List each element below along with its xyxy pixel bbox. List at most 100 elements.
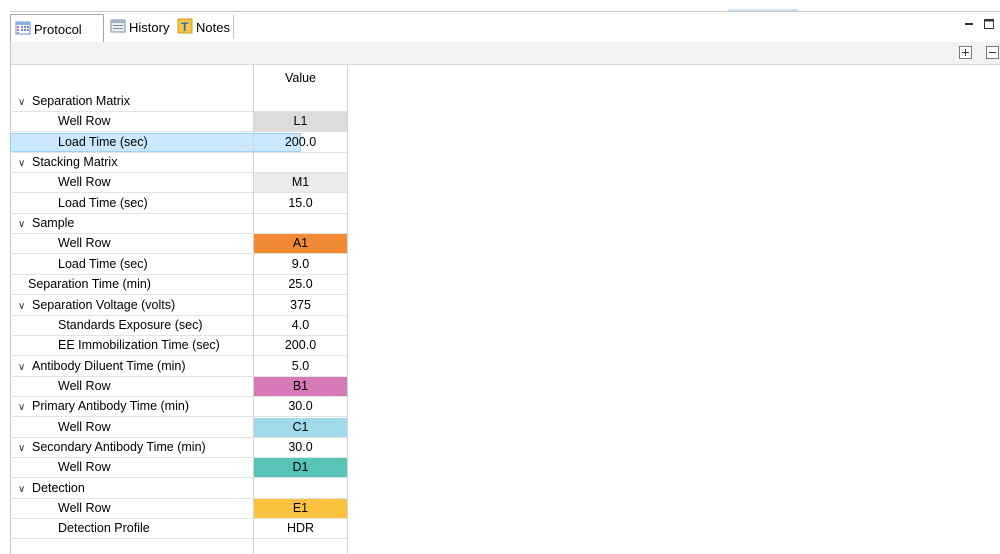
history-icon	[110, 18, 126, 37]
group-row[interactable]: ∨ Stacking Matrix	[10, 153, 347, 174]
row-label: Antibody Diluent Time (min)	[32, 358, 186, 373]
row-label-cell[interactable]: ∨ Primary Antibody Time (min)	[10, 397, 253, 418]
row-value-cell[interactable]	[254, 92, 347, 112]
row-value-cell[interactable]	[254, 479, 347, 499]
group-row[interactable]: ∨ Separation Voltage (volts) 375	[10, 296, 347, 316]
chevron-down-icon[interactable]: ∨	[18, 358, 30, 376]
property-row[interactable]: Separation Time (min) 25.0	[10, 275, 347, 296]
property-row[interactable]: Well Row C1	[10, 417, 347, 438]
row-label: Secondary Antibody Time (min)	[32, 439, 206, 454]
group-row[interactable]: ∨ Detection	[10, 479, 347, 499]
row-label-cell[interactable]: Separation Time (min)	[10, 275, 271, 296]
chevron-down-icon[interactable]: ∨	[18, 154, 30, 172]
row-value-cell[interactable]: 375	[254, 296, 347, 316]
row-value-cell[interactable]: A1	[254, 234, 347, 255]
row-value-cell[interactable]: M1	[254, 173, 347, 194]
tab-history-label: History	[129, 19, 170, 35]
row-label-cell[interactable]: ∨ Antibody Diluent Time (min)	[10, 357, 253, 377]
row-label-cell[interactable]: ∨ Detection	[10, 479, 253, 499]
chevron-down-icon[interactable]: ∨	[18, 398, 30, 416]
property-row[interactable]: Load Time (sec) 15.0	[10, 194, 347, 214]
minimize-icon[interactable]	[963, 18, 975, 30]
group-row[interactable]: ∨ Separation Matrix	[10, 92, 347, 112]
top-strip	[0, 0, 1000, 11]
maximize-icon[interactable]	[983, 18, 995, 30]
chevron-down-icon[interactable]: ∨	[18, 297, 30, 315]
row-label-cell[interactable]: ∨ Sample	[10, 214, 253, 235]
row-value-cell[interactable]: HDR	[254, 519, 347, 540]
row-value-cell[interactable]: 15.0	[254, 194, 347, 214]
property-row[interactable]: Well Row D1	[10, 458, 347, 479]
row-value-cell[interactable]: 30.0	[254, 438, 347, 458]
property-row[interactable]: Load Time (sec) 200.0	[10, 132, 347, 153]
row-label: Well Row	[58, 419, 111, 434]
row-label: EE Immobilization Time (sec)	[58, 338, 220, 353]
row-value-cell[interactable]	[254, 214, 347, 235]
row-label: Well Row	[58, 114, 111, 129]
group-row[interactable]: ∨ Secondary Antibody Time (min) 30.0	[10, 438, 347, 458]
row-label: Stacking Matrix	[32, 155, 118, 170]
property-row[interactable]: EE Immobilization Time (sec) 200.0	[10, 336, 347, 357]
row-label: Well Row	[58, 378, 111, 393]
property-row[interactable]: Standards Exposure (sec) 4.0	[10, 316, 347, 336]
column-divider-right	[347, 64, 348, 554]
group-row[interactable]: ∨ Primary Antibody Time (min) 30.0	[10, 397, 347, 418]
tab-notes-label: Notes	[196, 19, 230, 35]
row-label: Separation Matrix	[32, 94, 130, 108]
row-label: Sample	[32, 216, 75, 231]
chevron-down-icon[interactable]: ∨	[18, 480, 30, 498]
svg-text:T: T	[181, 20, 189, 34]
expand-all-icon[interactable]	[959, 46, 972, 59]
grid-table-icon	[15, 20, 31, 39]
row-value-cell[interactable]: 200.0	[254, 133, 347, 153]
tab-notes[interactable]: T Notes	[173, 15, 230, 39]
row-label: Separation Time (min)	[28, 277, 151, 292]
group-row[interactable]: ∨ Sample	[10, 214, 347, 235]
chevron-down-icon[interactable]: ∨	[18, 93, 30, 111]
notes-icon: T	[177, 18, 193, 37]
row-label: Primary Antibody Time (min)	[32, 399, 189, 414]
row-label: Load Time (sec)	[58, 134, 148, 149]
row-value-cell[interactable]: 30.0	[254, 397, 347, 418]
row-label: Detection	[32, 480, 85, 495]
property-row[interactable]: Well Row M1	[10, 173, 347, 194]
tab-separator	[233, 15, 234, 39]
row-value-cell[interactable]: L1	[254, 112, 347, 133]
row-value-cell[interactable]: D1	[254, 458, 347, 479]
row-label: Well Row	[58, 236, 111, 251]
row-value-cell[interactable]: E1	[254, 499, 347, 519]
tab-protocol[interactable]: Protocol	[10, 14, 104, 43]
row-value-cell[interactable]: 4.0	[254, 316, 347, 336]
row-label: Detection Profile	[58, 521, 150, 536]
column-divider	[253, 64, 254, 554]
row-label: Load Time (sec)	[58, 195, 148, 210]
row-value-cell[interactable]: C1	[254, 417, 347, 438]
row-label-cell[interactable]: ∨ Secondary Antibody Time (min)	[10, 438, 253, 458]
row-label: Standards Exposure (sec)	[58, 317, 203, 332]
property-row[interactable]: Detection Profile HDR	[10, 519, 347, 540]
row-label-cell[interactable]: ∨ Separation Voltage (volts)	[10, 296, 253, 316]
property-row[interactable]: Well Row B1	[10, 376, 347, 397]
tab-bar: Protocol History T Notes	[10, 11, 1000, 43]
toolbar	[10, 42, 1000, 65]
chevron-down-icon[interactable]: ∨	[18, 439, 30, 457]
row-label-cell[interactable]: ∨ Stacking Matrix	[10, 153, 253, 174]
row-label-cell[interactable]: ∨ Separation Matrix	[10, 92, 253, 112]
chevron-down-icon[interactable]: ∨	[18, 215, 30, 233]
row-value-cell[interactable]: 5.0	[254, 357, 347, 377]
row-value-cell[interactable]: B1	[254, 376, 347, 397]
row-value-cell[interactable]: 200.0	[254, 336, 347, 357]
row-value-cell[interactable]: 9.0	[254, 255, 347, 275]
tab-history[interactable]: History	[106, 15, 169, 39]
row-value-cell[interactable]: 25.0	[254, 275, 347, 296]
collapse-all-icon[interactable]	[986, 46, 999, 59]
row-label: Well Row	[58, 460, 111, 475]
group-row[interactable]: ∨ Antibody Diluent Time (min) 5.0	[10, 357, 347, 377]
property-row[interactable]: Well Row A1	[10, 234, 347, 255]
property-row[interactable]: Well Row L1	[10, 112, 347, 133]
property-row[interactable]: Well Row E1	[10, 499, 347, 519]
row-value-cell[interactable]	[254, 153, 347, 174]
row-label: Well Row	[58, 501, 111, 515]
row-label: Separation Voltage (volts)	[32, 297, 176, 312]
property-row[interactable]: Load Time (sec) 9.0	[10, 255, 347, 275]
